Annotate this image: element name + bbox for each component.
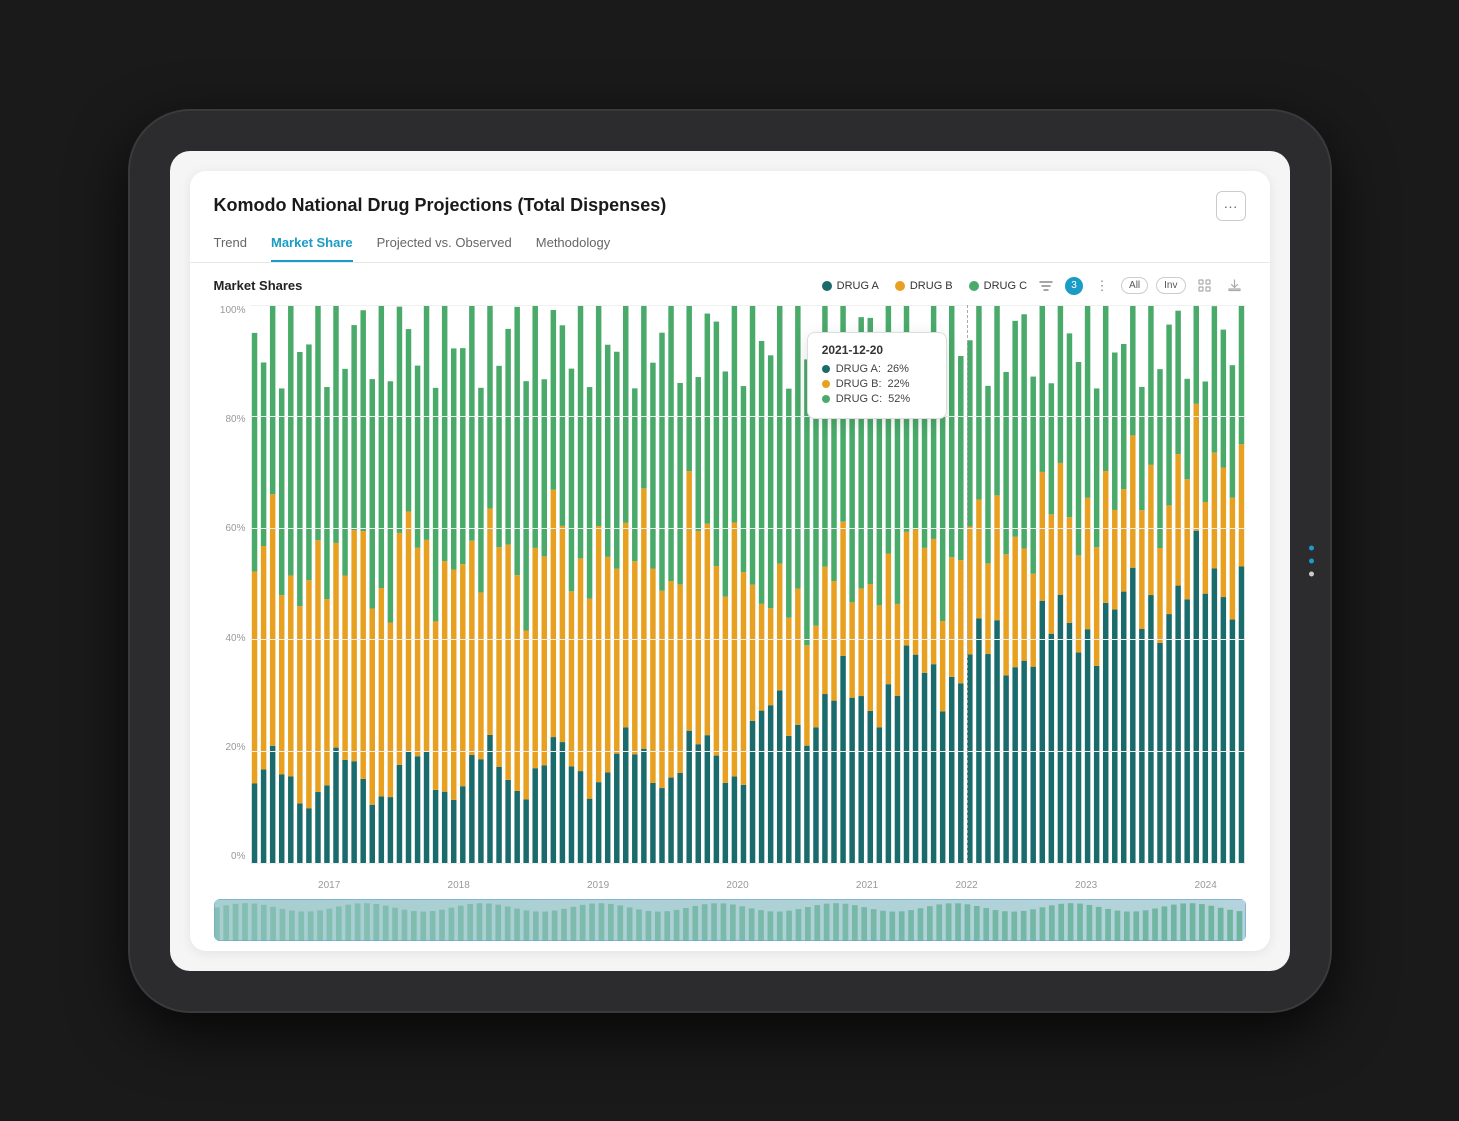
tooltip-drug-c-label: DRUG C: [836,393,882,405]
x-label-2018: 2018 [448,880,470,891]
minimap-handle[interactable] [214,899,1246,941]
filter-icon[interactable] [1035,275,1057,297]
x-axis: 2017 2018 2019 2020 2021 2022 2023 2024 [250,865,1246,893]
legend-drug-c: DRUG C [969,280,1027,292]
main-card: Komodo National Drug Projections (Total … [190,171,1270,951]
tab-market-share[interactable]: Market Share [271,235,353,262]
tooltip-row-drug-b: DRUG B: 22% [822,378,932,390]
x-label-2017: 2017 [318,880,340,891]
tooltip-dot-drug-b [822,380,830,388]
x-label-2024: 2024 [1195,880,1217,891]
y-label-20: 20% [225,742,245,753]
filter-count-badge: 3 [1065,277,1083,295]
tooltip-drug-a-value: 26% [887,363,909,375]
chart-canvas: 100% 80% 60% 40% 20% 0% [214,305,1246,893]
legend-dot-drug-b [895,281,905,291]
tooltip-dot-drug-a [822,365,830,373]
more-options-icon[interactable]: ⋮ [1091,275,1113,297]
x-label-2022: 2022 [955,880,977,891]
y-label-0: 0% [231,851,245,862]
tooltip-drug-b-label: DRUG B: [836,378,882,390]
legend-dot-drug-a [822,281,832,291]
y-axis: 100% 80% 60% 40% 20% 0% [214,305,250,863]
download-icon[interactable] [1224,275,1246,297]
pill-inv[interactable]: Inv [1156,277,1185,294]
side-dot-3 [1309,571,1314,576]
gridline-40 [250,639,1246,640]
x-label-2021: 2021 [856,880,878,891]
x-label-2023: 2023 [1075,880,1097,891]
legend-label-drug-a: DRUG A [837,280,879,292]
side-indicators [1309,545,1314,576]
legend-dot-drug-c [969,281,979,291]
tablet-frame: Komodo National Drug Projections (Total … [130,111,1330,1011]
tooltip-drug-c-value: 52% [888,393,910,405]
tooltip-dot-drug-c [822,395,830,403]
tab-bar: Trend Market Share Projected vs. Observe… [190,221,1270,263]
legend-drug-a: DRUG A [822,280,879,292]
projection-line [967,305,968,863]
tooltip-drug-b-value: 22% [888,378,910,390]
y-label-100: 100% [220,305,246,316]
more-button[interactable]: ··· [1216,191,1246,221]
tooltip-drug-a-label: DRUG A: [836,363,881,375]
gridline-20 [250,751,1246,752]
gridline-60 [250,528,1246,529]
x-label-2019: 2019 [587,880,609,891]
tab-methodology[interactable]: Methodology [536,235,610,262]
card-title: Komodo National Drug Projections (Total … [214,195,667,216]
tooltip-date: 2021-12-20 [822,343,932,357]
main-chart-wrapper: 100% 80% 60% 40% 20% 0% [214,305,1246,941]
legend: DRUG A DRUG B DRUG C [822,280,1027,292]
bar-chart-svg [250,305,1246,863]
y-label-60: 60% [225,523,245,534]
chart-area: Market Shares DRUG A DRUG B [190,263,1270,951]
y-label-40: 40% [225,633,245,644]
chart-tooltip: 2021-12-20 DRUG A: 26% DRUG B: 22% [807,332,947,419]
minimap[interactable] [214,899,1246,941]
tablet-screen: Komodo National Drug Projections (Total … [170,151,1290,971]
pill-all[interactable]: All [1121,277,1148,294]
chart-section-label: Market Shares [214,278,303,293]
toolbar-right: DRUG A DRUG B DRUG C [822,275,1246,297]
side-dot-1 [1309,545,1314,550]
tooltip-row-drug-a: DRUG A: 26% [822,363,932,375]
legend-label-drug-b: DRUG B [910,280,953,292]
gridline-100 [250,305,1246,306]
side-dot-2 [1309,558,1314,563]
legend-drug-b: DRUG B [895,280,953,292]
card-header: Komodo National Drug Projections (Total … [190,171,1270,221]
gridline-80 [250,416,1246,417]
expand-icon[interactable] [1194,275,1216,297]
legend-label-drug-c: DRUG C [984,280,1027,292]
tab-trend[interactable]: Trend [214,235,247,262]
plot-area: 2021-12-20 DRUG A: 26% DRUG B: 22% [250,305,1246,863]
y-label-80: 80% [225,414,245,425]
tooltip-row-drug-c: DRUG C: 52% [822,393,932,405]
tab-projected-vs-observed[interactable]: Projected vs. Observed [377,235,512,262]
chart-toolbar: Market Shares DRUG A DRUG B [214,263,1246,305]
gridline-0 [250,863,1246,864]
x-label-2020: 2020 [726,880,748,891]
